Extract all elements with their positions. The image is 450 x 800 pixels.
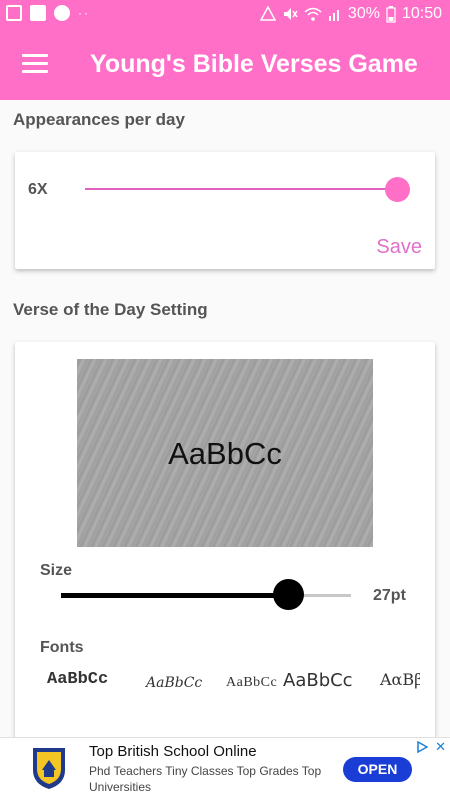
- font-settings-panel: Size 27pt Fonts AaBbCc AaBbCc AaBbCc AaB…: [28, 547, 421, 762]
- mute-icon: [283, 8, 298, 20]
- hamburger-menu-icon[interactable]: [22, 54, 48, 74]
- battery-percent: 30%: [347, 5, 380, 22]
- verse-preview-image[interactable]: AaBbCc: [77, 359, 373, 547]
- save-button[interactable]: Save: [376, 236, 422, 259]
- size-label: Size: [40, 562, 73, 579]
- signal-icon: [328, 10, 339, 21]
- appearances-value-label: 6X: [28, 181, 48, 198]
- verse-settings-section-title: Verse of the Day Setting: [13, 300, 208, 319]
- ad-banner[interactable]: Top British School Online Phd Teachers T…: [0, 737, 450, 800]
- battery-icon: [386, 5, 396, 23]
- app-title: Young's Bible Verses Game: [90, 50, 418, 78]
- ad-description: Phd Teachers Tiny Classes Top Grades Top…: [89, 764, 322, 794]
- fonts-label: Fonts: [40, 639, 84, 656]
- verse-settings-card: AaBbCc Size 27pt Fonts AaBbCc AaBbCc AaB…: [15, 342, 435, 762]
- size-slider-thumb[interactable]: [273, 579, 304, 610]
- school-shield-icon: [33, 748, 65, 789]
- size-slider-track[interactable]: [61, 593, 351, 598]
- appearances-card: 6X Save: [15, 152, 435, 269]
- more-dots-icon: ··: [78, 6, 90, 20]
- font-option-condensed[interactable]: AaBbCc: [226, 675, 277, 691]
- ad-title[interactable]: Top British School Online: [89, 743, 257, 760]
- status-bar: ·· 30% 10:50: [0, 0, 450, 30]
- font-option-script[interactable]: AaBbCc: [146, 675, 202, 691]
- appearances-slider-track[interactable]: [85, 188, 400, 190]
- status-time: 10:50: [401, 5, 442, 22]
- warning-icon: [259, 6, 276, 21]
- appearances-slider-thumb[interactable]: [385, 177, 410, 202]
- app-bar: Young's Bible Verses Game: [0, 30, 450, 100]
- font-option-greek[interactable]: AαBβ: [380, 670, 420, 689]
- news-icon: [30, 5, 46, 21]
- size-value: 27pt: [373, 587, 406, 604]
- image-icon: [6, 5, 22, 21]
- ad-open-button[interactable]: OPEN: [343, 757, 412, 782]
- appearances-section-title: Appearances per day: [13, 110, 185, 129]
- font-option-sans[interactable]: AaBbCc: [283, 670, 353, 691]
- face-icon: [54, 5, 70, 21]
- size-slider-fill: [61, 593, 291, 598]
- wifi-icon: [304, 7, 322, 21]
- ad-choices-icon[interactable]: [416, 741, 428, 753]
- preview-text: AaBbCc: [168, 436, 282, 471]
- font-option-bold-mono[interactable]: AaBbCc: [47, 670, 108, 689]
- ad-close-icon[interactable]: ✕: [435, 739, 446, 755]
